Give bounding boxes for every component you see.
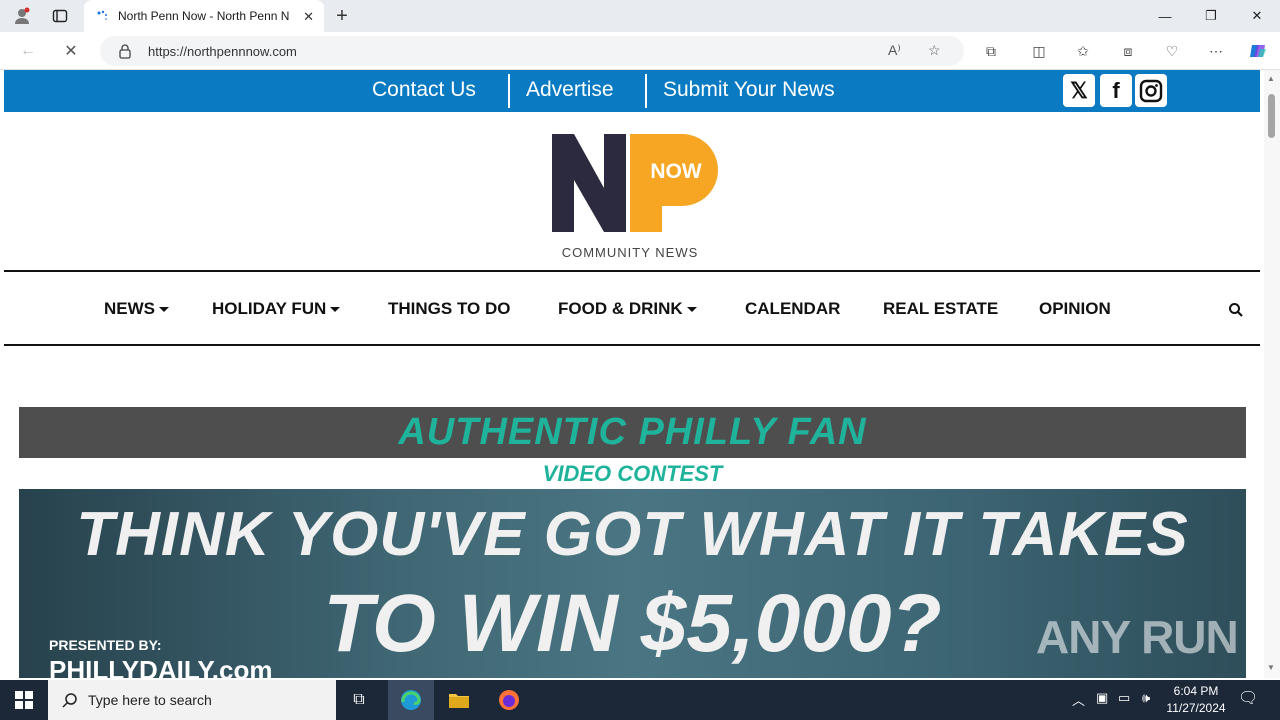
clock-date: 11/27/2024 [1166,701,1226,715]
taskbar-search-box[interactable]: Type here to search [48,680,336,720]
more-menu-icon[interactable]: ⋯ [1204,40,1228,62]
new-tab-button[interactable]: + [330,4,354,28]
banner-sponsor: PHILLYDAILY.com [49,655,273,678]
notifications-icon[interactable]: 🗨 [1238,688,1258,708]
search-icon[interactable] [1228,302,1244,318]
top-link-bar: Contact Us Advertise Submit Your News 𝕏 … [4,70,1260,112]
nav-opinion[interactable]: OPINION [1039,299,1111,319]
nav-news[interactable]: NEWS [104,299,169,319]
advertise-link[interactable]: Advertise [526,74,614,106]
system-clock[interactable]: 6:04 PM 11/27/2024 [1160,683,1232,717]
nav-calendar[interactable]: CALENDAR [745,299,840,319]
clock-time: 6:04 PM [1173,684,1219,698]
tab-active[interactable]: North Penn Now - North Penn N ✕ [84,0,324,32]
banner-presented-by: PRESENTED BY: [49,637,162,653]
stop-loading-icon[interactable]: ✕ [58,39,84,63]
extensions-icon[interactable]: ⧉ [979,40,1003,62]
task-view-icon[interactable]: ⧉ [336,680,382,720]
svg-text:NOW: NOW [650,160,702,183]
page-scrollbar[interactable]: ▲ ▼ [1264,70,1280,678]
nav-label: NEWS [104,299,155,318]
submit-news-link[interactable]: Submit Your News [663,74,835,106]
copilot-icon[interactable] [1246,40,1270,62]
scrollbar-thumb[interactable] [1268,94,1275,138]
split-screen-icon[interactable]: ◫ [1027,40,1051,62]
search-icon [62,693,77,708]
logo-tagline: COMMUNITY NEWS [561,245,699,260]
volume-icon[interactable]: 🕪 [1142,690,1150,706]
banner-subtitle-bar: VIDEO CONTEST [19,458,1246,489]
x-twitter-icon[interactable]: 𝕏 [1063,74,1095,107]
restore-button[interactable]: ❐ [1188,0,1234,32]
url-text: https://northpennnow.com [148,43,297,59]
read-aloud-icon[interactable]: A⁾ [888,42,901,59]
page-viewport: Contact Us Advertise Submit Your News 𝕏 … [0,70,1264,678]
scroll-up-icon[interactable]: ▲ [1267,74,1275,83]
banner-headline-1: THINK YOU'VE GOT WHAT IT TAKES [76,500,1189,569]
nav-holiday-fun[interactable]: HOLIDAY FUN [212,299,341,319]
divider [508,74,510,108]
browser-essentials-icon[interactable]: ♡ [1160,40,1184,62]
tab-actions-icon[interactable] [48,4,72,28]
lock-icon [119,44,131,59]
np-logo-mark: NOW [552,134,718,232]
nav-label: HOLIDAY FUN [212,299,327,318]
browser-titlebar: North Penn Now - North Penn N ✕ + — ❐ ✕ [0,0,1280,32]
back-icon[interactable]: ← [15,39,41,63]
scroll-down-icon[interactable]: ▼ [1267,663,1275,672]
banner-title-bar: AUTHENTIC PHILLY FAN [19,407,1246,458]
close-window-button[interactable]: ✕ [1234,0,1280,32]
instagram-icon[interactable] [1135,74,1167,107]
search-placeholder: Type here to search [88,692,212,708]
nav-real-estate[interactable]: REAL ESTATE [883,299,998,319]
profile-icon[interactable] [10,4,34,28]
firefox-icon[interactable] [486,680,532,720]
show-hidden-icons-icon[interactable]: ︿ [1072,690,1085,709]
nav-divider [4,344,1260,346]
minimize-button[interactable]: — [1142,0,1188,32]
meet-now-icon[interactable]: ▣ [1096,690,1108,706]
collections-icon[interactable]: ⧈ [1116,40,1140,62]
loading-favicon-icon [97,10,107,20]
anyrun-watermark: ANY RUN [1036,611,1239,663]
network-icon[interactable]: ▭ [1118,690,1130,706]
favorite-star-icon[interactable]: ☆ [928,42,941,59]
facebook-icon[interactable]: f [1100,74,1132,107]
nav-label: FOOD & DRINK [558,299,683,318]
address-bar[interactable]: https://northpennnow.com A⁾ ☆ [100,36,964,66]
windows-taskbar: Type here to search ⧉ ︿ ▣ ▭ 🕪 6:04 PM 11… [0,680,1280,720]
chevron-down-icon [159,306,169,312]
windows-start-icon[interactable] [0,680,48,720]
favorites-icon[interactable]: ✩ [1071,40,1095,62]
divider [645,74,647,108]
contact-us-link[interactable]: Contact Us [372,74,476,106]
chevron-down-icon [686,306,697,312]
nav-things-to-do[interactable]: THINGS TO DO [388,299,510,319]
nav-food-drink[interactable]: FOOD & DRINK [558,299,697,319]
edge-taskbar-icon[interactable] [388,680,434,720]
address-toolbar: ← ✕ https://northpennnow.com A⁾ ☆ ⧉ ◫ ✩ … [0,32,1280,70]
tab-title: North Penn Now - North Penn N [118,9,290,23]
banner-subtitle: VIDEO CONTEST [542,460,723,486]
header-divider [4,270,1260,272]
chevron-down-icon [330,306,341,312]
close-tab-icon[interactable]: ✕ [303,9,314,25]
site-logo[interactable]: NOW COMMUNITY NEWS [548,132,720,260]
file-explorer-icon[interactable] [436,680,482,720]
banner-title: AUTHENTIC PHILLY FAN [398,411,867,453]
